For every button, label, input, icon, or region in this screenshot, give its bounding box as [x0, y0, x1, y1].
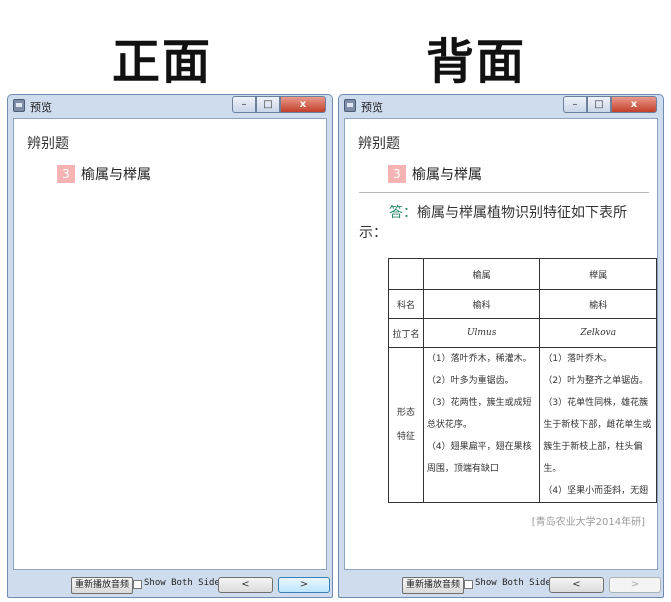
show-both-sides-checkbox[interactable] [133, 580, 142, 589]
table-header-row: 榆属 榉属 [388, 258, 657, 290]
maximize-button[interactable]: □ [587, 96, 611, 113]
close-button[interactable]: x [611, 96, 657, 113]
table-row: 形态 特征 （1）落叶乔木，稀灌木。 （2）叶多为重锯齿。 （3）花两性，簇生或… [388, 347, 657, 503]
window-title: 预览 [30, 101, 52, 114]
answer-label: 答： [389, 205, 417, 221]
bottom-toolbar: 重新播放音频 Show Both Sides < > [13, 575, 330, 595]
answer-divider [359, 192, 649, 193]
trait-line: （1）落叶乔木，稀灌木。 [426, 354, 532, 364]
comparison-table: 榆属 榉属 科名 榆科 榆科 拉丁名 Ulmus Zelkova 形态 特征 （… [388, 258, 657, 503]
question-number-badge: 3 [57, 164, 75, 183]
minimize-button[interactable]: – [232, 96, 256, 113]
show-both-sides-label: Show Both Sides [475, 578, 557, 588]
trait-line: （1）落叶乔木。 [543, 354, 613, 364]
table-header-cell [388, 258, 424, 290]
table-header-cell: 榉属 [539, 258, 657, 290]
trait-line: （2）叶为整齐之单锯齿。 [543, 376, 649, 386]
question-row: 3 榆属与榉属 [388, 163, 482, 183]
question-number-badge: 3 [388, 164, 406, 183]
trait-line: （3）花两性，簇生或成短总状花序。 [426, 398, 532, 430]
next-button[interactable]: > [609, 577, 661, 593]
minimize-button[interactable]: – [563, 96, 587, 113]
window-title: 预览 [361, 101, 383, 114]
table-cell: 科名 [388, 289, 424, 319]
replay-audio-button[interactable]: 重新播放音频 [71, 577, 134, 594]
previous-button[interactable]: < [549, 577, 604, 593]
card-content-front: 辨别题 3 榆属与榉属 [13, 118, 327, 570]
app-icon [13, 99, 25, 112]
preview-window-back: 预览 – □ x 辨别题 3 榆属与榉属 答：榆属与榉属植物识别特征如下表所示： … [338, 94, 664, 598]
table-cell: 榆科 [539, 289, 657, 319]
question-text: 榆属与榉属 [412, 166, 482, 183]
table-row: 拉丁名 Ulmus Zelkova [388, 318, 657, 348]
preview-window-front: 预览 – □ x 辨别题 3 榆属与榉属 重新播放音频 Show Both Sid… [7, 94, 333, 598]
table-cell: 形态 特征 [388, 347, 424, 503]
back-side-heading: 背面 [426, 34, 527, 90]
title-bar: 预览 – □ x [339, 95, 663, 117]
trait-line: （3）花单性同株，雄花簇生于新枝下部，雌花单生或簇生于新枝上部，柱头偏生。 [543, 398, 652, 474]
section-label: 辨别题 [27, 136, 69, 152]
show-both-sides-label: Show Both Sides [144, 578, 226, 588]
maximize-button[interactable]: □ [256, 96, 280, 113]
table-row: 科名 榆科 榆科 [388, 289, 657, 319]
section-label: 辨别题 [358, 136, 400, 152]
trait-line: （4）翅果扁平，翅在果核周围，顶端有缺口 [426, 442, 532, 474]
replay-audio-button[interactable]: 重新播放音频 [402, 577, 465, 594]
trait-line: （2）叶多为重锯齿。 [426, 376, 514, 386]
table-header-cell: 榆属 [422, 258, 541, 290]
table-cell: Ulmus [422, 318, 541, 348]
previous-button[interactable]: < [218, 577, 273, 593]
app-icon [344, 99, 356, 112]
table-cell: 榆科 [422, 289, 541, 319]
table-cell: 拉丁名 [388, 318, 424, 348]
table-cell: （1）落叶乔木，稀灌木。 （2）叶多为重锯齿。 （3）花两性，簇生或成短总状花序… [422, 347, 541, 503]
source-citation: [青岛农业大学2014年研] [531, 517, 645, 528]
title-bar: 预览 – □ x [8, 95, 332, 117]
table-cell: Zelkova [539, 318, 657, 348]
question-row: 3 榆属与榉属 [57, 163, 151, 183]
morph-label-line: 特征 [396, 432, 415, 442]
trait-line: （4）坚果小而歪斜，无翅 [543, 486, 649, 496]
front-side-heading: 正面 [112, 34, 213, 90]
question-text: 榆属与榉属 [81, 166, 151, 183]
table-cell: （1）落叶乔木。 （2）叶为整齐之单锯齿。 （3）花单性同株，雄花簇生于新枝下部… [539, 347, 657, 503]
answer-paragraph: 答：榆属与榉属植物识别特征如下表所示： [359, 203, 649, 243]
show-both-sides-checkbox[interactable] [464, 580, 473, 589]
close-button[interactable]: x [280, 96, 326, 113]
card-content-back: 辨别题 3 榆属与榉属 答：榆属与榉属植物识别特征如下表所示： 榆属 榉属 科名 … [344, 118, 658, 570]
next-button[interactable]: > [278, 577, 330, 593]
bottom-toolbar: 重新播放音频 Show Both Sides < > [344, 575, 661, 595]
morph-label-line: 形态 [396, 408, 415, 418]
